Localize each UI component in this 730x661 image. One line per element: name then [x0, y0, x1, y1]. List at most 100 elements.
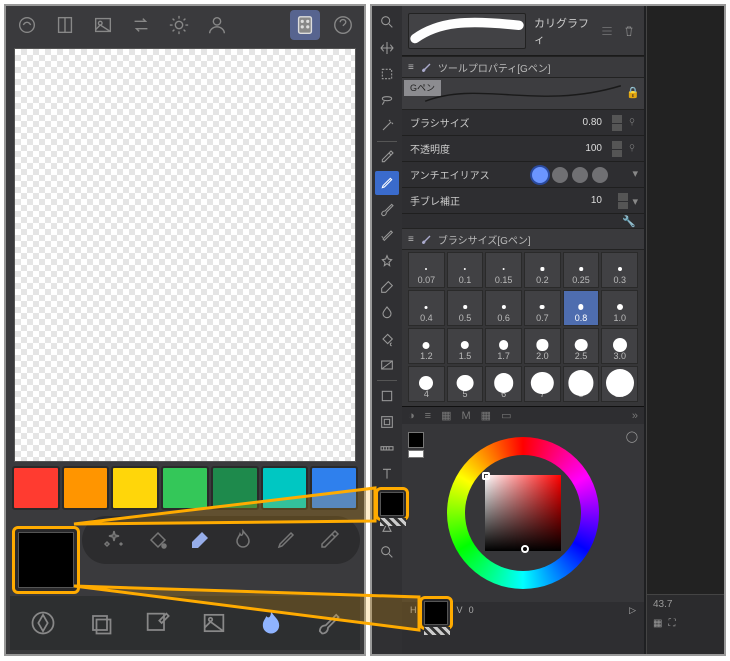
eraser-tool-tray[interactable] [180, 520, 220, 560]
brush-size-cell[interactable]: 1.5 [447, 328, 484, 364]
color-tab-hist[interactable]: ▭ [501, 409, 511, 422]
move[interactable] [375, 36, 399, 60]
stabilization-spinner[interactable] [618, 193, 628, 209]
brush-size-panel-title[interactable]: ≡ ブラシサイズ[Gペン] [402, 228, 644, 250]
aa-option-1[interactable] [532, 167, 548, 183]
chevron-down-icon[interactable]: ▾ [632, 195, 638, 208]
lasso[interactable] [375, 88, 399, 112]
brush-nav-button[interactable] [307, 602, 349, 644]
sv-box[interactable] [485, 475, 561, 551]
brush-size-cell[interactable]: 0.4 [408, 290, 445, 326]
tool-property-title[interactable]: ≡ ツールプロパティ[Gペン] [402, 56, 644, 78]
eraser-tool[interactable] [375, 275, 399, 299]
book-icon[interactable] [50, 10, 80, 40]
edit-button[interactable] [136, 602, 178, 644]
color-tab-slider[interactable]: ≡ [425, 410, 431, 422]
lock-icon[interactable]: 🔒 [626, 86, 640, 99]
brush-size-cell[interactable]: 3.0 [601, 328, 638, 364]
color-tab-wheel[interactable]: ◑ [408, 410, 415, 422]
shape[interactable] [375, 384, 399, 408]
opacity-prop[interactable]: 不透明度 100 [402, 136, 644, 162]
brush-size-cell[interactable]: 5 [447, 366, 484, 402]
menu-icon[interactable] [598, 22, 616, 40]
palette-swatch-3[interactable] [161, 466, 209, 510]
brush-size-cell[interactable]: 7 [524, 366, 561, 402]
aa-option-4[interactable] [592, 167, 608, 183]
brush-size-cell[interactable]: 10 [601, 366, 638, 402]
antialias-prop[interactable]: アンチエイリアス ▾ [402, 162, 644, 188]
brush-size-cell[interactable]: 4 [408, 366, 445, 402]
palette-swatch-6[interactable] [310, 466, 358, 510]
pen-tool[interactable] [375, 171, 399, 195]
expand-icon[interactable]: ⛶ [668, 618, 675, 629]
bucket-tool[interactable] [375, 327, 399, 351]
trash-icon[interactable] [620, 22, 638, 40]
settings-icon[interactable] [164, 10, 194, 40]
brush-size-cell[interactable]: 0.1 [447, 252, 484, 288]
wrench-icon[interactable]: 🔧 [622, 215, 636, 228]
brush-size-cell[interactable]: 0.5 [447, 290, 484, 326]
magnifier[interactable] [375, 10, 399, 34]
sv-cursor[interactable] [482, 472, 490, 480]
airbrush[interactable] [375, 223, 399, 247]
aa-option-2[interactable] [552, 167, 568, 183]
palette-swatch-0[interactable] [12, 466, 60, 510]
aa-option-3[interactable] [572, 167, 588, 183]
magnifier2[interactable] [375, 540, 399, 564]
current-color-tile[interactable] [408, 432, 424, 458]
brush-size-cell[interactable]: 0.25 [563, 252, 600, 288]
brush-size-prop[interactable]: ブラシサイズ 0.80 [402, 110, 644, 136]
bucket-tool-tray[interactable] [137, 520, 177, 560]
brush-size-cell[interactable]: 0.7 [524, 290, 561, 326]
blend[interactable] [375, 301, 399, 325]
layers-button[interactable] [79, 602, 121, 644]
foreground-color-swatch[interactable] [12, 526, 80, 594]
flame-tool-tray[interactable] [223, 520, 263, 560]
ruler[interactable] [375, 436, 399, 460]
image-button[interactable] [193, 602, 235, 644]
stabilization-prop[interactable]: 手ブレ補正 10 ▾ [402, 188, 644, 214]
brush-size-cell[interactable]: 0.15 [485, 252, 522, 288]
person-icon[interactable] [202, 10, 232, 40]
play-icon[interactable]: ▷ [629, 605, 636, 616]
pen-tool-tray[interactable] [266, 520, 306, 560]
brush-size-cell[interactable]: 1.7 [485, 328, 522, 364]
brush-size-cell[interactable]: 2.0 [524, 328, 561, 364]
brush-size-cell[interactable]: 1.2 [408, 328, 445, 364]
flame-nav-button[interactable] [250, 602, 292, 644]
link-icon[interactable] [626, 117, 638, 129]
brush-size-cell[interactable]: 6 [485, 366, 522, 402]
target-button[interactable] [22, 602, 64, 644]
link-icon[interactable] [626, 143, 638, 155]
swap-icon[interactable] [126, 10, 156, 40]
brush-size-cell[interactable]: 0.8 [563, 290, 600, 326]
opacity-spinner[interactable] [612, 141, 622, 157]
brush-size-cell[interactable]: 8 [563, 366, 600, 402]
text-tool[interactable] [375, 462, 399, 486]
canvas[interactable] [14, 48, 356, 462]
frame[interactable] [375, 410, 399, 434]
grid-icon[interactable] [290, 10, 320, 40]
color-tab-swatch[interactable]: ▦ [441, 409, 451, 422]
brush-size-cell[interactable]: 2.5 [563, 328, 600, 364]
antialias-options[interactable] [532, 167, 608, 183]
grid-icon[interactable]: ▦ [653, 618, 662, 629]
wand[interactable] [375, 114, 399, 138]
eyedropper-tool[interactable] [375, 145, 399, 169]
gallery-icon[interactable] [88, 10, 118, 40]
brush-size-cell[interactable]: 1.0 [601, 290, 638, 326]
brush-size-cell[interactable]: 0.6 [485, 290, 522, 326]
palette-swatch-4[interactable] [211, 466, 259, 510]
eyedropper-tool-tray[interactable] [309, 520, 349, 560]
brush-size-cell[interactable]: 0.3 [601, 252, 638, 288]
select-rect[interactable] [375, 62, 399, 86]
brush-size-spinner[interactable] [612, 115, 622, 131]
decoration[interactable] [375, 249, 399, 273]
circle-mode-icon[interactable]: ◯ [626, 430, 638, 443]
color-tab-mix[interactable]: M [461, 410, 470, 422]
brush-tool[interactable] [375, 197, 399, 221]
brush-size-cell[interactable]: 0.07 [408, 252, 445, 288]
logo-icon[interactable] [12, 10, 42, 40]
brush-size-cell[interactable]: 0.2 [524, 252, 561, 288]
arrow-icon[interactable]: » [632, 410, 638, 422]
